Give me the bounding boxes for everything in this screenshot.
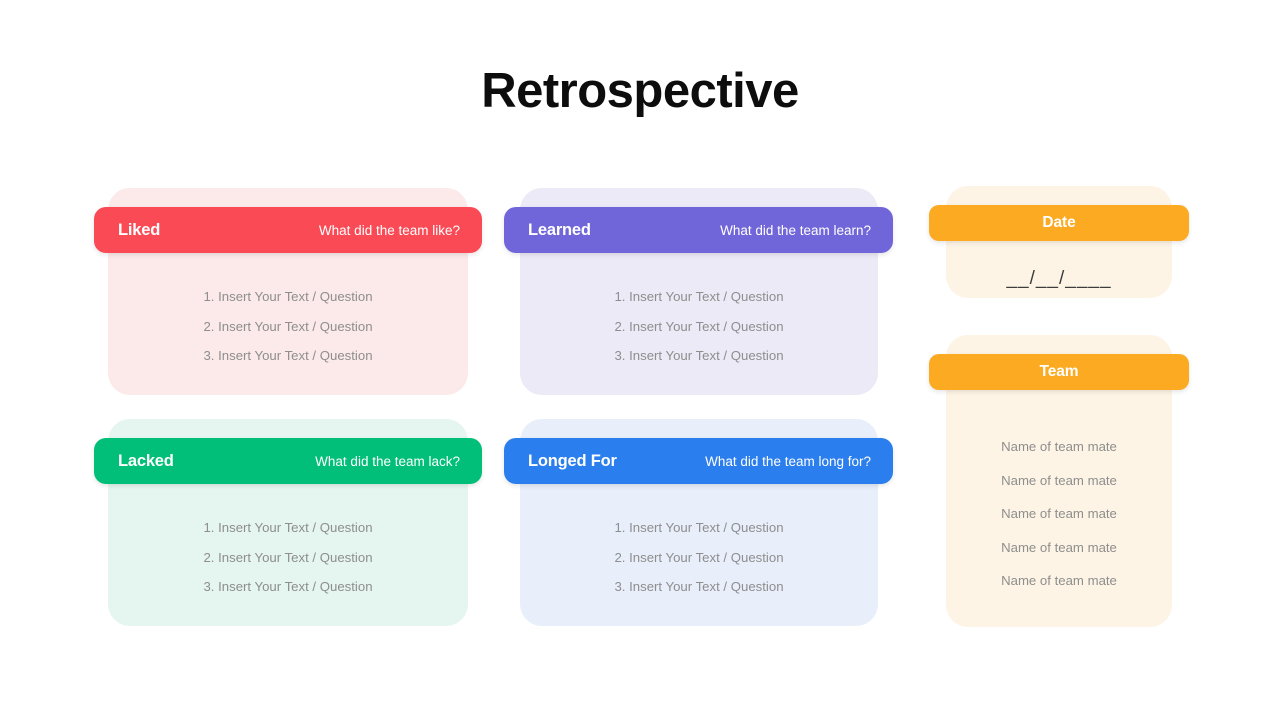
- retro-card-title: Lacked: [118, 451, 174, 470]
- retro-card-title: Liked: [118, 220, 161, 239]
- retro-card-question: What did the team lack?: [315, 453, 460, 469]
- retro-line[interactable]: 2. Insert Your Text / Question: [108, 312, 468, 342]
- retro-card-lines: 1. Insert Your Text / Question 2. Insert…: [108, 513, 468, 602]
- date-panel-title: Date: [1042, 214, 1076, 231]
- retro-line[interactable]: 1. Insert Your Text / Question: [108, 282, 468, 312]
- retrospective-slide: Retrospective Liked What did the team li…: [0, 0, 1280, 720]
- team-panel-title: Team: [1039, 363, 1079, 380]
- retro-line[interactable]: 2. Insert Your Text / Question: [520, 312, 878, 342]
- date-value-field[interactable]: __/__/____: [946, 268, 1172, 290]
- retro-card-title: Longed For: [528, 451, 617, 470]
- team-member[interactable]: Name of team mate: [946, 564, 1172, 598]
- retro-line[interactable]: 1. Insert Your Text / Question: [520, 282, 878, 312]
- retro-card-header-longed-for[interactable]: Longed For What did the team long for?: [504, 438, 893, 484]
- retro-card-header-liked[interactable]: Liked What did the team like?: [94, 207, 482, 253]
- retro-card-header-lacked[interactable]: Lacked What did the team lack?: [94, 438, 482, 484]
- date-panel-header[interactable]: Date: [929, 205, 1189, 241]
- retro-line[interactable]: 1. Insert Your Text / Question: [520, 513, 878, 543]
- page-title: Retrospective: [481, 64, 799, 118]
- retro-card-header-learned[interactable]: Learned What did the team learn?: [504, 207, 893, 253]
- retro-card-question: What did the team long for?: [705, 453, 871, 469]
- team-member[interactable]: Name of team mate: [946, 464, 1172, 498]
- team-member-list: Name of team mate Name of team mate Name…: [946, 430, 1172, 598]
- team-member[interactable]: Name of team mate: [946, 497, 1172, 531]
- team-member[interactable]: Name of team mate: [946, 430, 1172, 464]
- retro-card-question: What did the team like?: [318, 222, 460, 238]
- retro-line[interactable]: 1. Insert Your Text / Question: [108, 513, 468, 543]
- retro-line[interactable]: 2. Insert Your Text / Question: [108, 543, 468, 573]
- retro-line[interactable]: 3. Insert Your Text / Question: [520, 341, 878, 371]
- retro-card-lines: 1. Insert Your Text / Question 2. Insert…: [108, 282, 468, 371]
- retro-card-question: What did the team learn?: [720, 222, 871, 238]
- retro-card-lines: 1. Insert Your Text / Question 2. Insert…: [520, 282, 878, 371]
- team-member[interactable]: Name of team mate: [946, 531, 1172, 565]
- team-panel-header[interactable]: Team: [929, 354, 1189, 390]
- retro-line[interactable]: 3. Insert Your Text / Question: [108, 341, 468, 371]
- retro-line[interactable]: 3. Insert Your Text / Question: [520, 572, 878, 602]
- retro-card-lines: 1. Insert Your Text / Question 2. Insert…: [520, 513, 878, 602]
- retro-line[interactable]: 3. Insert Your Text / Question: [108, 572, 468, 602]
- retro-card-title: Learned: [528, 220, 591, 239]
- retro-line[interactable]: 2. Insert Your Text / Question: [520, 543, 878, 573]
